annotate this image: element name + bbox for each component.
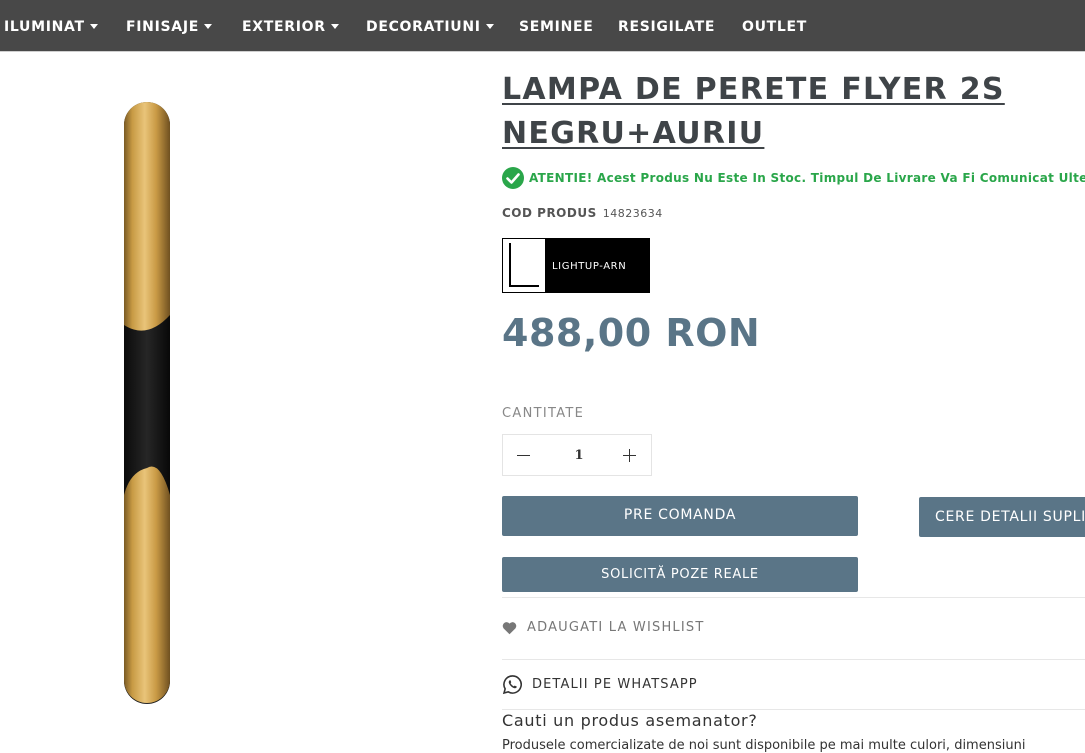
nav-item-label: DECORATIUNI: [366, 19, 481, 35]
nav-item-label: FINISAJE: [126, 19, 199, 35]
similar-product-text: Produsele comercializate de noi sunt dis…: [502, 738, 1026, 753]
quantity-stepper: [502, 434, 652, 477]
preorder-button[interactable]: PRE COMANDA: [502, 496, 858, 536]
nav-item-resigilate[interactable]: RESIGILATE: [618, 0, 715, 52]
product-title: LAMPA DE PERETE FLYER 2S NEGRU+AURIU: [502, 72, 1005, 151]
nav-item-label: RESIGILATE: [618, 19, 716, 35]
brand-name: LIGHTUP-ARN: [552, 261, 627, 272]
request-details-button[interactable]: CERE DETALII SUPLIMENTARE: [919, 497, 1085, 537]
nav-item-decoratiuni[interactable]: DECORATIUNI: [366, 0, 494, 52]
whatsapp-icon: [502, 675, 522, 695]
product-price: 488,00 RON: [502, 311, 761, 355]
request-photos-button[interactable]: SOLICITĂ POZE REALE: [502, 557, 858, 592]
nav-item-label: EXTERIOR: [242, 19, 326, 35]
product-code-value: 14823634: [602, 207, 663, 220]
similar-product-heading: Cauti un produs asemanator?: [502, 711, 758, 730]
caret-down-icon: [204, 24, 212, 29]
product-code: COD PRODUS 14823634: [502, 206, 663, 220]
brand-logo-mark: [503, 239, 545, 292]
divider: [502, 709, 1085, 710]
nav-item-outlet[interactable]: OUTLET: [742, 0, 807, 52]
top-navbar: ILUMINAT FINISAJE EXTERIOR DECORATIUNI S…: [0, 0, 1085, 52]
heart-icon: [502, 622, 517, 635]
nav-item-label: SEMINEE: [519, 19, 594, 35]
nav-item-seminee[interactable]: SEMINEE: [519, 0, 594, 52]
quantity-input[interactable]: [545, 435, 613, 477]
caret-down-icon: [485, 24, 494, 29]
whatsapp-label: DETALII PE WHATSAPP: [532, 677, 698, 692]
product-code-label: COD PRODUS: [502, 206, 597, 220]
stock-message: ATENTIE! Acest Produs Nu Este In Stoc. T…: [529, 171, 1085, 185]
divider: [502, 597, 1085, 598]
nav-item-label: ILUMINAT: [4, 19, 85, 35]
product-gallery: [0, 53, 470, 749]
caret-down-icon: [330, 24, 339, 29]
check-circle-icon: [502, 167, 524, 189]
nav-item-finisaje[interactable]: FINISAJE: [126, 0, 212, 52]
nav-item-label: OUTLET: [742, 19, 808, 35]
brand-logo[interactable]: LIGHTUP-ARN: [502, 238, 650, 293]
minus-icon[interactable]: [503, 435, 545, 475]
nav-item-exterior[interactable]: EXTERIOR: [242, 0, 339, 52]
divider: [502, 659, 1085, 660]
wishlist-label: ADAUGATI LA WISHLIST: [527, 620, 705, 635]
nav-item-iluminat[interactable]: ILUMINAT: [4, 0, 98, 52]
caret-down-icon: [89, 24, 98, 29]
quantity-label: CANTITATE: [502, 406, 585, 421]
plus-icon[interactable]: [609, 435, 651, 475]
product-image[interactable]: [120, 100, 174, 706]
